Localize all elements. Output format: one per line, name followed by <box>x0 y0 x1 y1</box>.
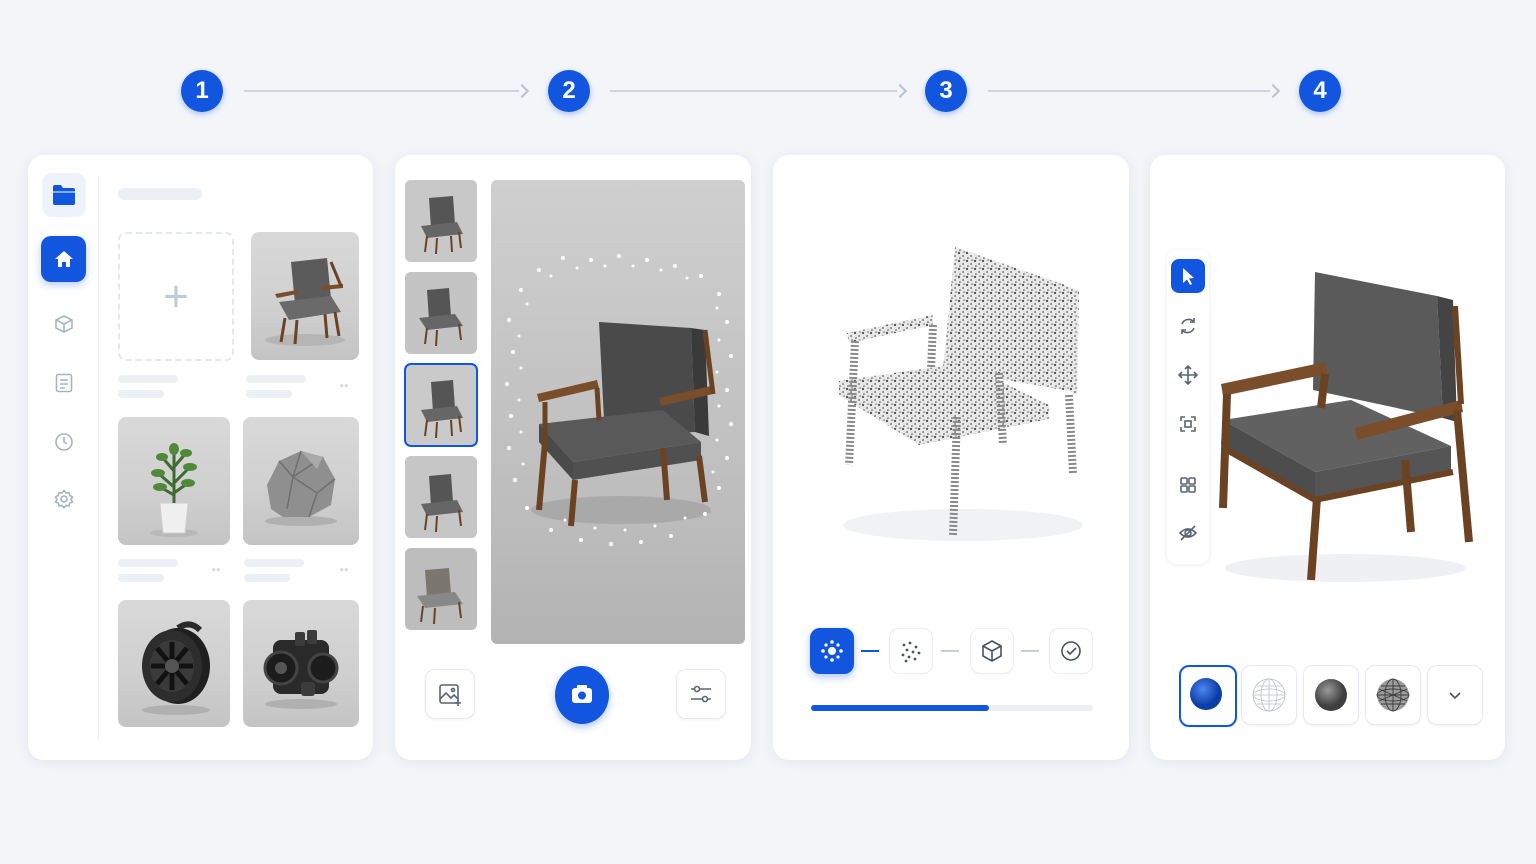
materials-dropdown-button[interactable] <box>1427 665 1483 725</box>
pointer-icon <box>1183 268 1194 285</box>
pointer-tool-button[interactable] <box>1171 259 1205 293</box>
clock-icon[interactable] <box>50 428 78 456</box>
title-skeleton <box>118 188 202 200</box>
pipeline-step-mesh[interactable] <box>970 628 1014 674</box>
scale-tool-button[interactable] <box>1171 407 1205 441</box>
step-2-badge: 2 <box>548 70 590 112</box>
step-4-badge: 4 <box>1299 70 1341 112</box>
move-tool-button[interactable] <box>1171 358 1205 392</box>
capture-thumbnail[interactable] <box>405 456 477 538</box>
pipeline-step-done[interactable] <box>1049 628 1093 674</box>
grid-icon <box>1180 477 1196 493</box>
folder-icon[interactable] <box>42 173 86 217</box>
editor-toolbar <box>1167 250 1209 564</box>
pipeline-connector <box>941 650 959 652</box>
caption-skeleton <box>246 375 306 383</box>
sliders-icon <box>691 685 711 703</box>
reconstruct-panel <box>773 155 1129 760</box>
add-model-tile[interactable]: + <box>118 232 234 361</box>
chevron-down-icon <box>1449 692 1461 700</box>
rotate-icon <box>1181 318 1195 334</box>
plant-thumbnail-icon <box>150 443 198 537</box>
library-panel: + •• •• •• <box>28 155 373 760</box>
wheel-thumbnail-icon <box>142 621 210 715</box>
caption-skeleton <box>246 390 292 398</box>
list-icon[interactable] <box>50 369 78 397</box>
camera-icon <box>572 685 592 703</box>
progress-fill <box>811 705 989 711</box>
point-cloud-icon <box>821 640 843 662</box>
model-tile-plant[interactable] <box>118 417 230 545</box>
caption-skeleton <box>118 390 164 398</box>
model-tile-rock[interactable] <box>243 417 359 545</box>
model-tile-engine[interactable] <box>243 600 359 727</box>
blue-sphere-icon <box>1190 678 1222 710</box>
pipeline-connector <box>861 650 879 652</box>
chair-thumbnail-icon <box>265 258 345 346</box>
pipeline-step-points[interactable] <box>889 628 933 674</box>
capture-thumbnail[interactable] <box>405 272 477 354</box>
cube-icon <box>982 640 1002 662</box>
scale-icon <box>1180 416 1196 432</box>
editor-panel <box>1150 155 1505 760</box>
step-1-badge: 1 <box>181 70 223 112</box>
rock-thumbnail-icon <box>265 450 337 526</box>
capture-thumbnail-selected[interactable] <box>404 363 478 447</box>
capture-button[interactable] <box>555 666 609 724</box>
capture-thumbnail[interactable] <box>405 180 477 262</box>
grid-tool-button[interactable] <box>1171 468 1205 502</box>
more-icon[interactable]: •• <box>340 381 349 392</box>
material-blue-swatch[interactable] <box>1179 665 1237 727</box>
caption-skeleton <box>118 375 178 383</box>
material-wireframe-swatch[interactable] <box>1241 665 1297 725</box>
caption-skeleton <box>118 574 164 582</box>
plus-icon: + <box>163 271 189 321</box>
sidebar-divider <box>98 175 99 740</box>
caption-skeleton <box>244 574 290 582</box>
capture-viewport[interactable] <box>491 180 745 644</box>
settings-icon[interactable] <box>50 485 78 513</box>
wireframe-sphere-icon <box>1252 678 1286 712</box>
chair-capture-image <box>505 254 733 546</box>
step-connector <box>988 83 1281 99</box>
model-tile-chair[interactable] <box>251 232 359 360</box>
caption-skeleton <box>244 559 304 567</box>
move-icon <box>1177 364 1199 386</box>
reconstruction-progress <box>811 705 1093 711</box>
capture-thumbnail[interactable] <box>405 548 477 630</box>
material-mesh-swatch[interactable] <box>1365 665 1421 725</box>
step-connector <box>244 83 530 99</box>
capture-panel <box>395 155 751 760</box>
model-tile-wheel[interactable] <box>118 600 230 727</box>
caption-skeleton <box>118 559 178 567</box>
step-connector <box>610 83 908 99</box>
cube-icon[interactable] <box>50 310 78 338</box>
rendered-chair <box>1219 272 1473 582</box>
scatter-icon <box>901 641 921 663</box>
home-icon[interactable] <box>41 236 86 282</box>
point-cloud-chair <box>839 247 1083 541</box>
mesh-sphere-icon <box>1376 678 1410 712</box>
add-image-button[interactable] <box>425 669 475 719</box>
check-icon <box>1061 641 1081 661</box>
material-gray-swatch[interactable] <box>1303 665 1359 725</box>
hide-tool-button[interactable] <box>1171 516 1205 550</box>
pipeline-step-capture[interactable] <box>810 628 854 674</box>
hide-icon <box>1178 525 1198 541</box>
engine-thumbnail-icon <box>263 630 339 709</box>
gray-sphere-icon <box>1315 679 1347 711</box>
more-icon[interactable]: •• <box>212 565 221 576</box>
rotate-tool-button[interactable] <box>1171 309 1205 343</box>
add-image-icon <box>439 684 461 706</box>
pipeline-connector <box>1021 650 1039 652</box>
more-icon[interactable]: •• <box>340 565 349 576</box>
step-3-badge: 3 <box>925 70 967 112</box>
adjust-settings-button[interactable] <box>676 669 726 719</box>
